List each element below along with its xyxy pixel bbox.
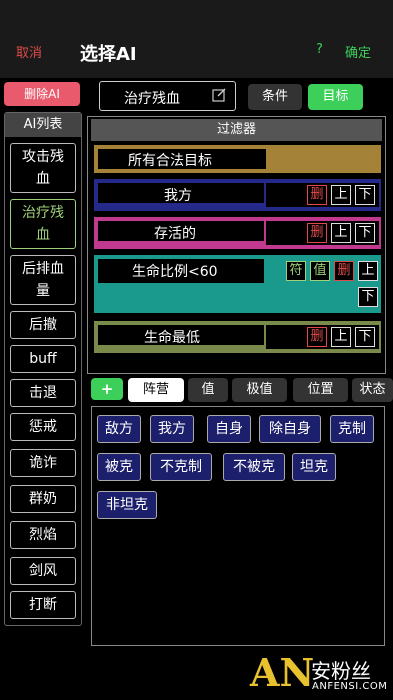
- ai-list-item-label: buff: [29, 351, 57, 367]
- ai-list-item[interactable]: 打断: [10, 591, 76, 619]
- filter-row[interactable]: 我方 删上下: [94, 179, 381, 211]
- filter-option-chip[interactable]: 不被克: [223, 453, 285, 481]
- filter-row[interactable]: 生命比例<60 符值删上下: [94, 255, 381, 313]
- move-down-button[interactable]: 下: [358, 287, 378, 307]
- filter-row[interactable]: 所有合法目标: [94, 145, 381, 173]
- filter-panel: 过滤器 所有合法目标 我方删上下存活的删上下生命比例<60 符值删上下生命最低删上下: [87, 116, 386, 374]
- ai-list-title: AI列表: [5, 113, 81, 137]
- filter-option-chip[interactable]: 敌方: [97, 415, 141, 443]
- ai-list-item-label: 攻击残血: [22, 149, 64, 187]
- move-up-button[interactable]: 上: [331, 223, 351, 243]
- filter-row-label: 生命比例<60: [132, 264, 218, 280]
- watermark-text: 安粉丝: [311, 659, 371, 683]
- filter-option-chip[interactable]: 不克制: [150, 453, 212, 481]
- category-tab[interactable]: 阵营: [128, 378, 184, 402]
- top-bar: 取消 选择AI ? 确定: [0, 0, 393, 78]
- ai-list-item-label: 烈焰: [29, 527, 57, 543]
- ai-name-field[interactable]: 治疗残血: [99, 81, 236, 111]
- filter-option-chip[interactable]: 坦克: [292, 453, 336, 481]
- filter-option-chip[interactable]: 自身: [207, 415, 251, 443]
- filter-row-label: 所有合法目标: [128, 153, 212, 169]
- ai-list-item[interactable]: 群奶: [10, 485, 76, 513]
- ai-list-item[interactable]: 治疗残血: [10, 199, 76, 249]
- filter-title: 过滤器: [91, 119, 382, 141]
- ai-list-item[interactable]: 攻击残血: [10, 143, 76, 193]
- operator-button[interactable]: 符: [286, 261, 306, 281]
- ai-list-item-label: 惩戒: [29, 419, 57, 435]
- ai-list-item[interactable]: 后排血量: [10, 255, 76, 305]
- filter-row-label: 存活的: [154, 226, 196, 242]
- cancel-button[interactable]: 取消: [16, 42, 42, 61]
- move-up-button[interactable]: 上: [331, 185, 351, 205]
- category-tab[interactable]: 位置: [293, 378, 348, 402]
- ai-list-item-label: 群奶: [29, 491, 57, 507]
- move-up-button[interactable]: 上: [358, 261, 378, 281]
- delete-button[interactable]: 删: [334, 261, 354, 281]
- ai-list-item-label: 诡诈: [29, 455, 57, 471]
- delete-button[interactable]: 删: [307, 223, 327, 243]
- move-down-button[interactable]: 下: [355, 185, 375, 205]
- filter-option-chip[interactable]: 克制: [330, 415, 374, 443]
- move-down-button[interactable]: 下: [355, 223, 375, 243]
- page-title: 选择AI: [80, 44, 137, 65]
- category-tab[interactable]: 极值: [232, 378, 287, 402]
- help-button[interactable]: ?: [316, 42, 323, 57]
- filter-option-chip[interactable]: 我方: [150, 415, 194, 443]
- ai-list-item-label: 后排血量: [22, 261, 64, 299]
- delete-ai-button[interactable]: 删除AI: [4, 82, 80, 106]
- ai-list-item[interactable]: 烈焰: [10, 521, 76, 549]
- ai-list-item[interactable]: 击退: [10, 379, 76, 407]
- filter-row-label: 生命最低: [144, 330, 200, 346]
- category-tab[interactable]: 值: [188, 378, 228, 402]
- ai-list-item-label: 后撤: [29, 317, 57, 333]
- watermark-logo: AN: [250, 650, 315, 695]
- filter-option-chip[interactable]: 被克: [97, 453, 141, 481]
- add-filter-button[interactable]: +: [91, 378, 123, 400]
- category-tab[interactable]: 状态: [352, 378, 393, 402]
- filter-row-label: 我方: [164, 188, 192, 204]
- ai-list-item-label: 剑风: [29, 563, 57, 579]
- move-up-button[interactable]: 上: [331, 327, 351, 347]
- delete-button[interactable]: 删: [307, 327, 327, 347]
- filter-row[interactable]: 生命最低 删上下: [94, 321, 381, 353]
- filter-options-panel: 敌方 我方 自身 除自身 克制被克 不克制 不被克 坦克非坦克: [91, 406, 385, 646]
- tab-target[interactable]: 目标: [308, 84, 363, 110]
- ai-list-item-label: 治疗残血: [22, 205, 64, 243]
- ai-list-item[interactable]: 剑风: [10, 557, 76, 585]
- ai-list-panel: AI列表 攻击残血治疗残血后排血量后撤 buff 击退惩戒诡诈群奶烈焰剑风打断: [4, 112, 82, 626]
- confirm-button[interactable]: 确定: [345, 42, 371, 61]
- tab-condition[interactable]: 条件: [248, 84, 302, 110]
- ai-list-item[interactable]: 后撤: [10, 311, 76, 339]
- ai-name-text: 治疗残血: [124, 91, 180, 107]
- ai-list-item-label: 击退: [29, 385, 57, 401]
- ai-list-item[interactable]: buff: [10, 345, 76, 373]
- filter-option-chip[interactable]: 除自身: [259, 415, 321, 443]
- edit-icon[interactable]: [212, 88, 226, 102]
- ai-list-item[interactable]: 惩戒: [10, 413, 76, 441]
- delete-button[interactable]: 删: [307, 185, 327, 205]
- filter-option-chip[interactable]: 非坦克: [97, 491, 157, 519]
- value-button[interactable]: 值: [310, 261, 330, 281]
- ai-list-item-label: 打断: [29, 597, 57, 613]
- move-down-button[interactable]: 下: [355, 327, 375, 347]
- watermark-url: ANFENSI.COM: [312, 681, 388, 692]
- filter-row[interactable]: 存活的 删上下: [94, 217, 381, 249]
- ai-list-item[interactable]: 诡诈: [10, 449, 76, 477]
